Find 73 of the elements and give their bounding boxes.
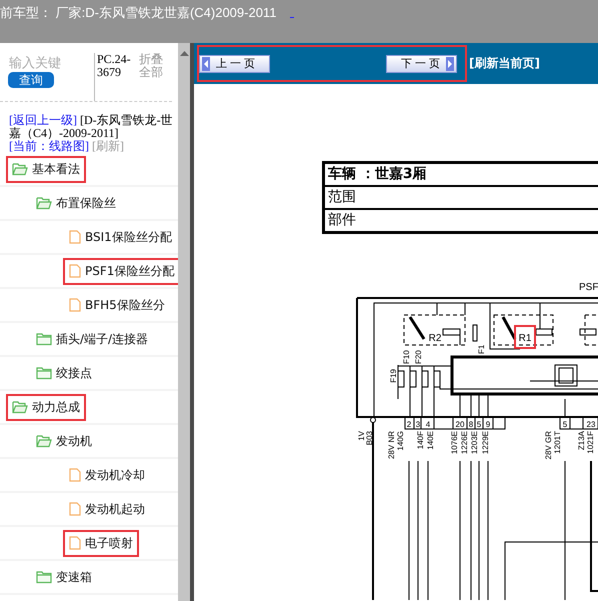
tree-item[interactable]: BSI1保险丝分配 [63,224,178,250]
relay-label: R2 [428,333,442,344]
wire-label: 28V NR [387,431,396,460]
pin-number: 9 [486,420,490,429]
document-icon [69,468,81,482]
next-page-button[interactable]: 下 一 页 [386,54,457,72]
pin-number: 23 [586,420,596,429]
link-underline[interactable] [290,16,294,18]
tree-item[interactable]: 布置保险丝 [30,190,122,216]
tree-item[interactable]: 发动机 [30,428,98,454]
wire-label: Z13A [577,431,586,450]
wire-label: 1229E [481,431,490,454]
scrollbar[interactable] [178,43,190,601]
tree-item[interactable]: 绞接点 [30,360,98,386]
table-cell: 车辆 ：世嘉3厢 [325,164,598,185]
wire-label: 1226E [460,431,469,454]
tree-item[interactable]: 动力总成 [6,394,86,420]
pin-number: 2 [406,420,412,429]
tree-item[interactable]: 变速箱 [30,564,98,590]
folder-icon [36,570,52,584]
tree-item[interactable]: BFH5保险丝分 [63,292,171,318]
back-link[interactable]: [返回上一级] [9,113,77,127]
table-cell: 部件 [325,210,598,231]
wire-label: 1203E [470,431,479,454]
fuse-label: F19 [389,369,398,383]
tree-item[interactable]: 基本看法 [6,156,86,182]
diagram-title: PSF [579,282,598,293]
tree-item[interactable]: PSF1保险丝分配 [63,258,178,284]
open-folder-icon [36,196,52,210]
pin-number: 3 [416,420,420,429]
wire-label: 1076E [450,431,459,454]
vehicle-title: 前车型： 厂家:D-东风雪铁龙世嘉(C4)2009-2011 [0,4,276,22]
tree-item[interactable]: 插头/端子/连接器 [30,326,154,352]
previous-page-button[interactable]: 上 一 页 [199,54,270,72]
code-text: PC.24-3679 [94,53,134,101]
search-button[interactable]: 查询 [8,72,54,88]
pin-number: 5 [562,420,568,429]
refresh-page-link[interactable]: [刷新当前页] [469,55,540,72]
folder-icon [36,366,52,380]
right-arrow-icon [446,56,454,70]
pin-number: 5 [476,420,482,429]
wire-label: 140G [396,431,405,451]
pin-number: 8 [468,420,474,429]
tree-item[interactable]: 发动机起动 [63,496,151,522]
wire-label: 28V GR [544,431,553,460]
document-icon [69,502,81,516]
open-folder-icon [12,162,28,176]
folder-icon [36,332,52,346]
pin-number: 4 [426,420,430,429]
fuse-label: F10 [402,350,411,364]
document-icon [69,230,81,244]
open-folder-icon [12,400,28,414]
fuse-label: F20 [414,350,423,364]
up-arrow-icon[interactable] [180,51,188,56]
current-link[interactable]: [当前：线路图] [9,139,89,153]
wire-label: B03 [365,431,374,446]
wire-label: 1V [357,431,366,441]
wire-label: 140E [426,431,435,450]
tree-item[interactable]: 发动机冷却 [63,462,151,488]
fuse-label: F1 [477,344,486,354]
document-icon [69,264,81,278]
document-icon [69,536,81,550]
wire-label: 140F [416,431,425,450]
wire-label: 1201T [553,431,562,454]
left-arrow-icon [202,56,210,70]
document-icon [69,298,81,312]
open-folder-icon [36,434,52,448]
table-cell: 范围 [325,187,598,208]
breadcrumb-text: [返回上一级] [D-东风雪铁龙-世嘉（C4）-2009-2011] [9,113,173,140]
tree-item[interactable]: 电子喷射 [63,530,139,556]
pin-number: 20 [456,420,464,429]
relay-label: R1 [518,333,532,344]
wire-label: 1021F [586,431,595,454]
